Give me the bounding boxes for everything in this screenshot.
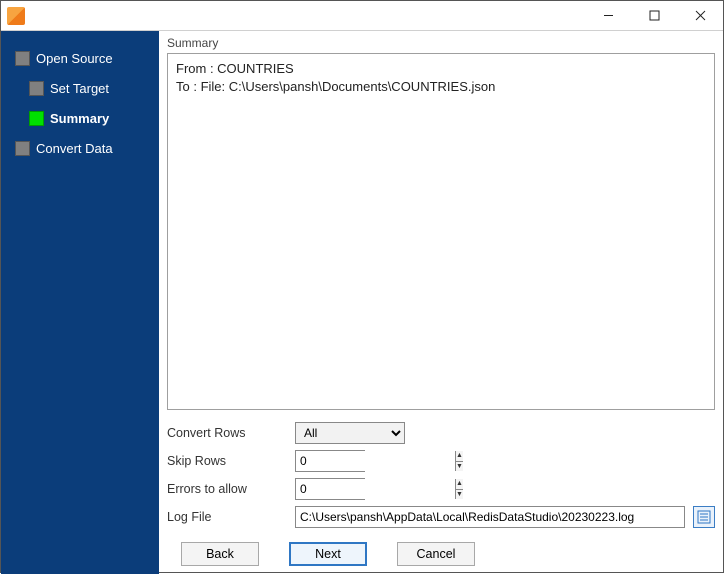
- sidebar-item-label: Summary: [50, 111, 109, 126]
- sidebar-item-summary[interactable]: Summary: [1, 103, 159, 133]
- titlebar: [1, 1, 723, 31]
- sidebar-item-open-source[interactable]: Open Source: [1, 43, 159, 73]
- summary-to-line: To : File: C:\Users\pansh\Documents\COUN…: [176, 78, 706, 96]
- wizard-button-row: Back Next Cancel: [167, 542, 715, 566]
- step-box-icon: [15, 141, 30, 156]
- summary-textarea[interactable]: From : COUNTRIES To : File: C:\Users\pan…: [167, 53, 715, 410]
- convert-rows-label: Convert Rows: [167, 426, 287, 440]
- options-form: Convert Rows All Skip Rows ▲ ▼ Errors to: [167, 422, 715, 528]
- errors-label: Errors to allow: [167, 482, 287, 496]
- spinner-up-icon[interactable]: ▲: [456, 451, 463, 462]
- cancel-button[interactable]: Cancel: [397, 542, 475, 566]
- convert-rows-select[interactable]: All: [295, 422, 405, 444]
- sidebar-item-label: Set Target: [50, 81, 109, 96]
- wizard-sidebar: Open Source Set Target Summary Convert D…: [1, 31, 159, 574]
- sidebar-item-set-target[interactable]: Set Target: [1, 73, 159, 103]
- spinner-down-icon[interactable]: ▼: [456, 490, 463, 500]
- spinner-down-icon[interactable]: ▼: [456, 462, 463, 472]
- step-box-icon: [29, 111, 44, 126]
- minimize-button[interactable]: [585, 1, 631, 31]
- panel-title: Summary: [167, 36, 715, 50]
- summary-from-line: From : COUNTRIES: [176, 60, 706, 78]
- next-button[interactable]: Next: [289, 542, 367, 566]
- errors-input[interactable]: [296, 479, 455, 499]
- back-button[interactable]: Back: [181, 542, 259, 566]
- browse-log-button[interactable]: [693, 506, 715, 528]
- errors-spinner[interactable]: ▲ ▼: [295, 478, 365, 500]
- skip-rows-input[interactable]: [296, 451, 455, 471]
- sidebar-item-convert-data[interactable]: Convert Data: [1, 133, 159, 163]
- sidebar-item-label: Open Source: [36, 51, 113, 66]
- step-box-icon: [29, 81, 44, 96]
- log-file-label: Log File: [167, 510, 287, 524]
- skip-rows-spinner[interactable]: ▲ ▼: [295, 450, 365, 472]
- step-box-icon: [15, 51, 30, 66]
- spinner-up-icon[interactable]: ▲: [456, 479, 463, 490]
- close-button[interactable]: [677, 1, 723, 31]
- sidebar-item-label: Convert Data: [36, 141, 113, 156]
- log-file-input[interactable]: [295, 506, 685, 528]
- skip-rows-label: Skip Rows: [167, 454, 287, 468]
- main-panel: Summary From : COUNTRIES To : File: C:\U…: [159, 31, 723, 574]
- maximize-button[interactable]: [631, 1, 677, 31]
- app-icon: [7, 7, 25, 25]
